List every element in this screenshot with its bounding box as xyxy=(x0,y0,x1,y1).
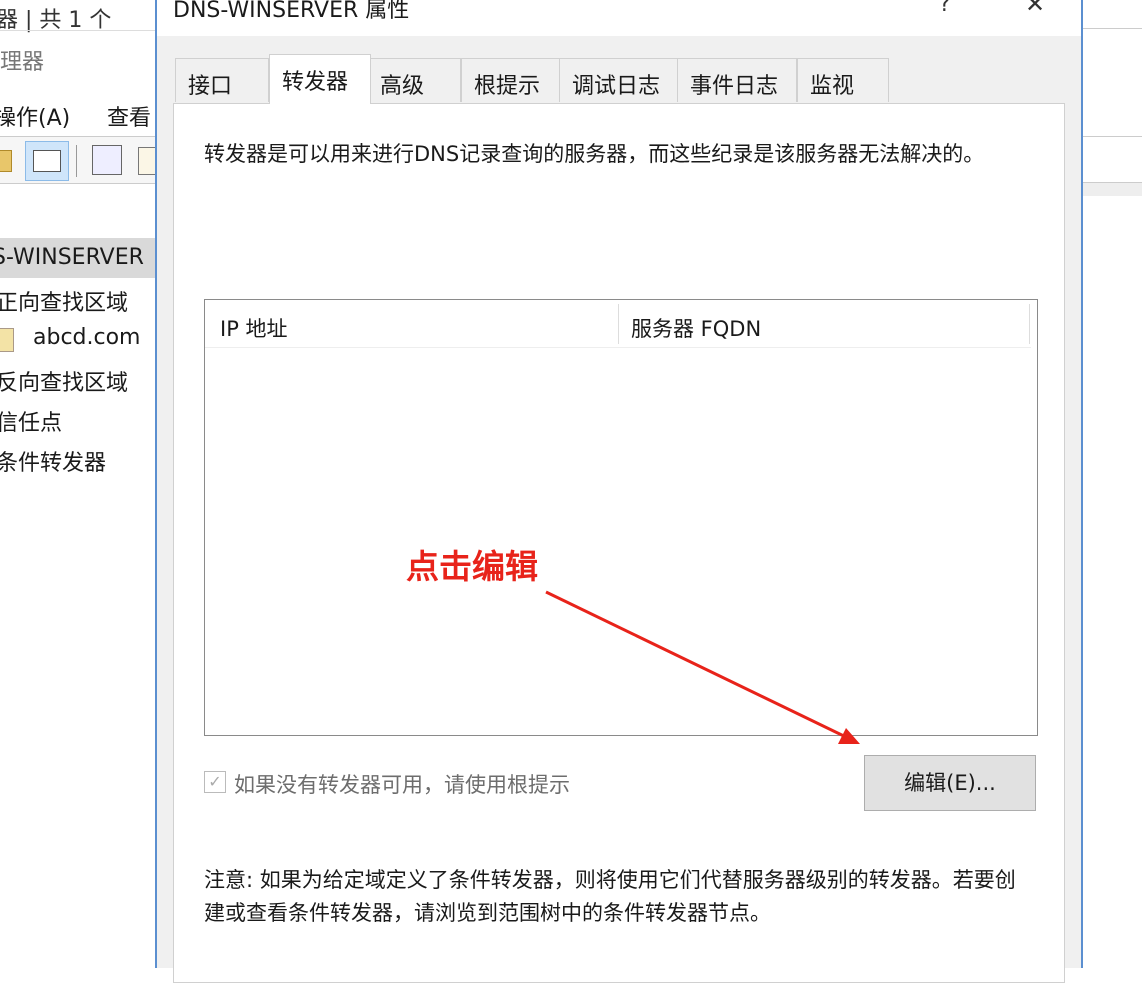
annotation-arrow xyxy=(0,0,1142,968)
tab-forwarders[interactable]: 转发器 xyxy=(269,54,371,104)
